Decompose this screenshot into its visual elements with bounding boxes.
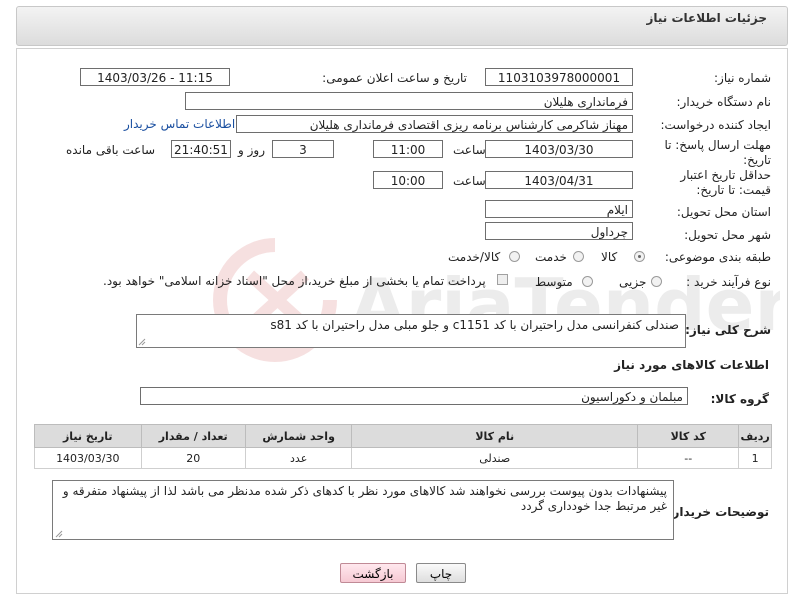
deadline-time-field: 11:00	[373, 140, 443, 158]
cell-need-date: 1403/03/30	[34, 447, 142, 469]
category-goods-label: کالا	[601, 250, 618, 264]
need-number-field: 1103103978000001	[485, 68, 633, 86]
city-label: شهر محل تحویل:	[684, 228, 771, 242]
announce-field: 1403/03/26 - 11:15	[80, 68, 230, 86]
deadline-time-label: ساعت	[453, 143, 486, 157]
treasury-payment-note: پرداخت تمام یا بخشی از مبلغ خرید،از محل …	[103, 274, 486, 288]
process-minor-label: جزیی	[619, 275, 647, 289]
goods-section-title: اطلاعات کالاهای مورد نیاز	[614, 358, 769, 372]
col-code: کد کالا	[637, 424, 740, 448]
announce-label: تاریخ و ساعت اعلان عمومی:	[322, 71, 467, 85]
goods-table-header: ردیف کد کالا نام کالا واحد شمارش تعداد /…	[34, 424, 772, 448]
category-service-label: خدمت	[535, 250, 567, 264]
cell-code: --	[637, 447, 740, 469]
buyer-org-label: نام دستگاه خریدار:	[676, 95, 772, 109]
col-need-date: تاریخ نیاز	[34, 424, 142, 448]
cell-name: صندلی	[351, 447, 639, 469]
process-medium-label: متوسط	[535, 275, 573, 289]
requester-label: ایجاد کننده درخواست:	[660, 118, 771, 132]
goods-group-field: مبلمان و دکوراسیون	[140, 387, 688, 405]
col-row: ردیف	[738, 424, 772, 448]
category-goods-service-radio[interactable]	[509, 251, 520, 262]
cell-row: 1	[738, 447, 772, 469]
category-service-radio[interactable]	[573, 251, 584, 262]
buyer-notes-textarea[interactable]: پیشنهادات بدون پیوست بررسی نخواهند شد کا…	[52, 480, 674, 540]
category-goods-service-label: کالا/خدمت	[448, 250, 501, 264]
price-validity-time-field: 10:00	[373, 171, 443, 189]
remaining-time-field: 21:40:51	[171, 140, 231, 158]
col-name: نام کالا	[351, 424, 639, 448]
goods-group-label: گروه کالا:	[710, 392, 769, 406]
days-label: روز و	[238, 143, 265, 157]
goods-table: ردیف کد کالا نام کالا واحد شمارش تعداد /…	[34, 424, 772, 469]
description-label: شرح کلی نیاز:	[685, 323, 771, 337]
resize-grip-icon[interactable]	[138, 338, 146, 346]
col-unit: واحد شمارش	[244, 424, 353, 448]
buyer-org-field: فرمانداری هلیلان	[185, 92, 633, 110]
days-remaining-field: 3	[272, 140, 334, 158]
page-title: جزئیات اطلاعات نیاز	[646, 11, 767, 25]
description-textarea[interactable]: صندلی کنفرانسی مدل راحتیران با کد c1151 …	[136, 314, 686, 348]
city-field: چرداول	[485, 222, 633, 240]
buyer-notes-label: توضیحات خریدار:	[667, 505, 769, 519]
buyer-notes-text: پیشنهادات بدون پیوست بررسی نخواهند شد کا…	[62, 484, 667, 513]
price-validity-date-field: 1403/04/31	[485, 171, 633, 189]
deadline-label: مهلت ارسال پاسخ: تا تاریخ:	[664, 138, 771, 167]
buyer-contact-link[interactable]: اطلاعات تماس خریدار	[124, 117, 235, 131]
cell-quantity: 20	[140, 447, 246, 469]
requester-field: مهناز شاکرمی کارشناس برنامه ریزی اقتصادی…	[236, 115, 633, 133]
category-label: طبقه بندی موضوعی:	[664, 250, 771, 264]
treasury-payment-checkbox[interactable]	[497, 274, 508, 285]
description-text: صندلی کنفرانسی مدل راحتیران با کد c1151 …	[270, 318, 679, 332]
process-medium-radio[interactable]	[582, 276, 593, 287]
col-quantity: تعداد / مقدار	[140, 424, 246, 448]
cell-unit: عدد	[244, 447, 353, 469]
remaining-time-label: ساعت باقی مانده	[66, 143, 156, 157]
province-field: ایلام	[485, 200, 633, 218]
price-validity-time-label: ساعت	[453, 174, 486, 188]
print-button[interactable]: چاپ	[416, 563, 466, 583]
process-label: نوع فرآیند خرید :	[686, 275, 771, 289]
table-row: 1 -- صندلی عدد 20 1403/03/30	[34, 447, 772, 469]
deadline-date-field: 1403/03/30	[485, 140, 633, 158]
back-button[interactable]: بازگشت	[340, 563, 406, 583]
category-goods-radio[interactable]	[634, 251, 645, 262]
resize-grip-icon[interactable]	[55, 530, 63, 538]
need-number-label: شماره نیاز:	[714, 71, 771, 85]
process-minor-radio[interactable]	[651, 276, 662, 287]
price-validity-label: حداقل تاریخ اعتبار قیمت: تا تاریخ:	[680, 168, 771, 197]
province-label: استان محل تحویل:	[676, 205, 771, 219]
